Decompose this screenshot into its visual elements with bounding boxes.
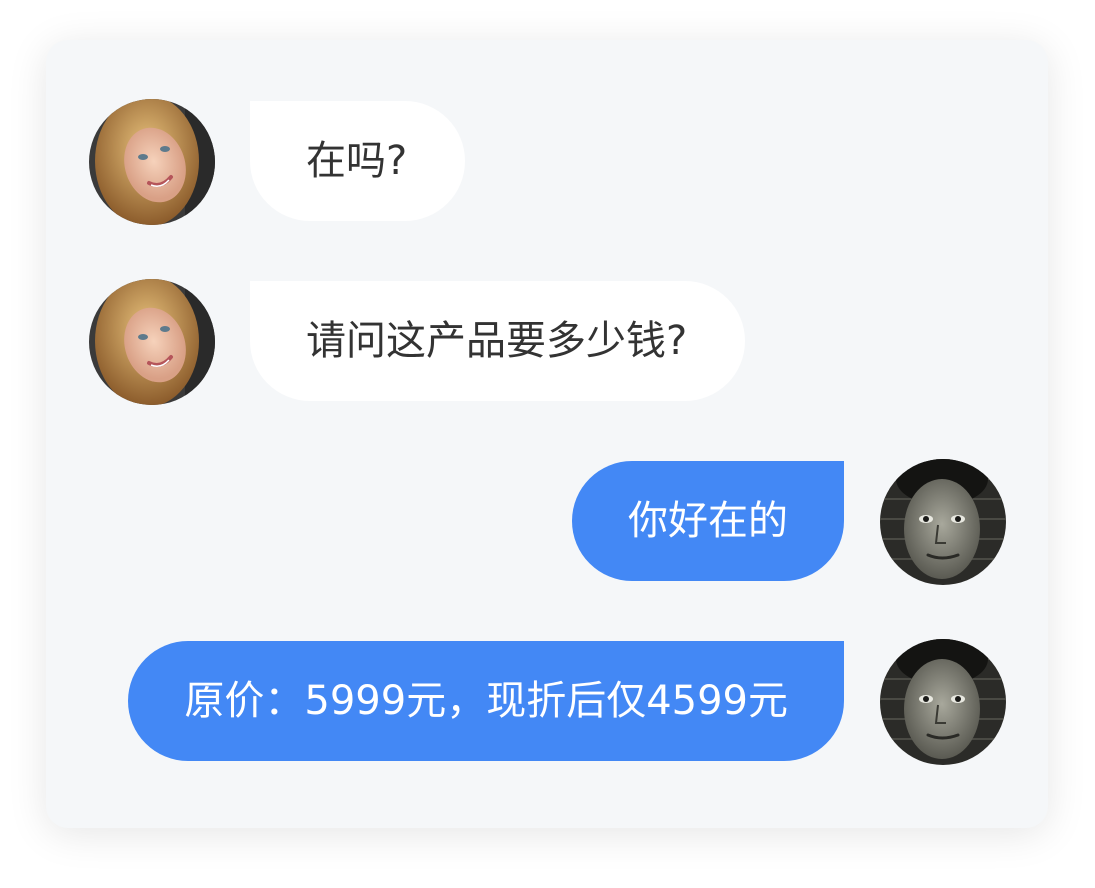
chat-panel: 在吗? 请问这产品要多少钱? 你好在的 原价：5999元，现折后仅4599元 (46, 40, 1048, 828)
woman-avatar-image (89, 99, 215, 225)
woman-avatar[interactable] (89, 99, 215, 225)
man-avatar-image (880, 459, 1006, 585)
message-row-outgoing: 你好在的 (46, 459, 1048, 585)
man-avatar[interactable] (880, 639, 1006, 765)
message-bubble-outgoing[interactable]: 你好在的 (572, 461, 844, 581)
man-avatar[interactable] (880, 459, 1006, 585)
message-bubble-incoming[interactable]: 在吗? (250, 101, 466, 221)
message-row-incoming: 在吗? (46, 99, 1048, 225)
man-avatar-image (880, 639, 1006, 765)
woman-avatar-image (89, 279, 215, 405)
message-bubble-incoming[interactable]: 请问这产品要多少钱? (250, 281, 746, 401)
woman-avatar[interactable] (89, 279, 215, 405)
message-bubble-outgoing[interactable]: 原价：5999元，现折后仅4599元 (128, 641, 844, 761)
message-row-outgoing: 原价：5999元，现折后仅4599元 (46, 639, 1048, 765)
message-row-incoming: 请问这产品要多少钱? (46, 279, 1048, 405)
